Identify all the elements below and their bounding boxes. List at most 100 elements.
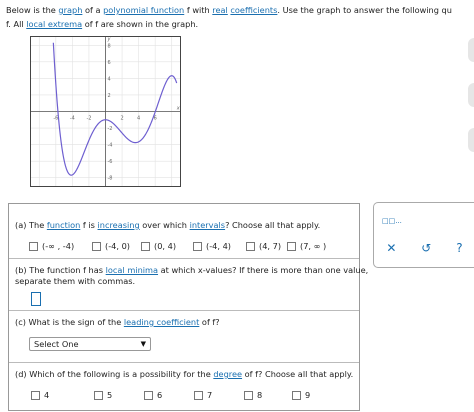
question-c: (c) What is the sign of the leading coef… <box>9 311 359 363</box>
link-graph[interactable]: graph <box>58 5 82 15</box>
option-label: (4, 7) <box>259 241 282 251</box>
link-real[interactable]: real <box>212 5 228 15</box>
option-a-5[interactable]: (4, 7) <box>246 241 281 251</box>
option-label: (-4, 4) <box>206 241 231 251</box>
checkbox[interactable] <box>292 390 301 400</box>
y-tick-label: -8 <box>108 176 113 182</box>
x-tick-label: -4 <box>70 116 75 122</box>
option-a-6[interactable]: (7, ∞ ) <box>287 241 326 251</box>
question-text-part: at which x-values? If there is more than… <box>158 265 369 275</box>
chevron-down-icon: ▼ <box>140 340 146 348</box>
option-label: (-∞ , -4) <box>42 241 75 251</box>
link-degree[interactable]: degree <box>213 369 242 379</box>
link-local-minima[interactable]: local minima <box>106 265 158 275</box>
question-text-part: of f? <box>199 317 220 327</box>
clear-icon[interactable]: ✕ <box>386 241 396 255</box>
side-control[interactable] <box>468 38 474 62</box>
checkbox[interactable] <box>287 241 296 251</box>
checkbox[interactable] <box>92 241 101 251</box>
question-b-text: (b) The function f has local minima at w… <box>15 265 368 287</box>
option-label: 7 <box>207 390 213 400</box>
y-tick-label: -2 <box>108 126 113 132</box>
graph-canvas: -6 -4 -2 2 4 68642-2-4-6-8xy <box>31 37 180 186</box>
link-coefficients[interactable]: coefficients <box>230 5 277 15</box>
option-d-2[interactable]: 5 <box>94 390 112 400</box>
option-label: 9 <box>305 390 311 400</box>
checkbox[interactable] <box>244 390 253 400</box>
intro-text: Below is the graph of a polynomial funct… <box>6 3 474 31</box>
option-label: (0, 4) <box>154 241 177 251</box>
checkbox[interactable] <box>29 241 38 251</box>
question-d: (d) Which of the following is a possibil… <box>9 363 359 410</box>
side-control[interactable] <box>468 83 474 107</box>
tool-buttons: ✕ ↺ ? <box>374 241 474 255</box>
option-a-2[interactable]: (-4, 0) <box>92 241 130 251</box>
checkbox[interactable] <box>31 390 40 400</box>
y-axis-label: y <box>107 37 112 42</box>
checkbox[interactable] <box>94 390 103 400</box>
intro-line-1: Below is the graph of a polynomial funct… <box>6 3 474 17</box>
x-tick-label: -2 <box>86 116 91 122</box>
checkbox[interactable] <box>144 390 153 400</box>
y-tick-label: 6 <box>108 60 111 66</box>
x-axis-label: x <box>176 106 180 112</box>
function-graph: -6 -4 -2 2 4 6 8 6 4 2 -2 -4 -6 -8 x y <box>30 36 181 187</box>
question-b-line-2: separate them with commas. <box>15 276 136 286</box>
intro-text-part: of a <box>82 5 104 15</box>
option-label: (7, ∞ ) <box>300 241 327 251</box>
link-increasing[interactable]: increasing <box>98 220 140 230</box>
x-tick-label: -6 <box>53 116 58 122</box>
link-local-extrema[interactable]: local extrema <box>26 19 82 29</box>
option-d-5[interactable]: 8 <box>244 390 262 400</box>
option-d-6[interactable]: 9 <box>292 390 310 400</box>
sign-select[interactable]: Select One ▼ <box>29 337 151 351</box>
intro-line-2: f. All local extrema of f are shown in t… <box>6 17 474 31</box>
side-control[interactable] <box>468 128 474 152</box>
option-label: 8 <box>257 390 263 400</box>
question-text-part: of f? Choose all that apply. <box>242 369 354 379</box>
question-text-part: (d) Which of the following is a possibil… <box>15 369 214 379</box>
question-d-text: (d) Which of the following is a possibil… <box>15 369 353 380</box>
intro-text-part: f with <box>184 5 213 15</box>
y-tick-label: -4 <box>108 143 113 149</box>
option-label: (-4, 0) <box>105 241 130 251</box>
checkbox[interactable] <box>194 390 203 400</box>
option-d-3[interactable]: 6 <box>144 390 162 400</box>
question-b: (b) The function f has local minima at w… <box>9 259 368 313</box>
option-d-4[interactable]: 7 <box>194 390 212 400</box>
option-a-3[interactable]: (0, 4) <box>141 241 176 251</box>
option-d-1[interactable]: 4 <box>31 390 49 400</box>
option-a-1[interactable]: (-∞ , -4) <box>29 241 74 251</box>
x-tick-label: 2 <box>120 116 123 122</box>
answer-tools-panel: □□... ✕ ↺ ? <box>373 202 474 268</box>
question-b-line-1: (b) The function f has local minima at w… <box>15 265 368 276</box>
option-a-4[interactable]: (-4, 4) <box>193 241 231 251</box>
option-label: 5 <box>107 390 113 400</box>
polynomial-curve <box>52 42 178 176</box>
link-intervals[interactable]: intervals <box>190 220 225 230</box>
link-polynomial-function[interactable]: polynomial function <box>103 5 184 15</box>
link-function[interactable]: function <box>47 220 80 230</box>
option-label: 6 <box>157 390 163 400</box>
link-leading-coefficient[interactable]: leading coefficient <box>124 317 199 327</box>
symbol-palette-icon[interactable]: □□... <box>382 217 402 225</box>
question-text-part: over which <box>139 220 190 230</box>
local-minima-input[interactable] <box>31 292 41 306</box>
question-a: (a) The function f is increasing over wh… <box>9 204 359 256</box>
help-icon[interactable]: ? <box>456 241 462 255</box>
y-tick-label: 2 <box>108 93 111 99</box>
intro-text-part: Below is the <box>6 5 59 15</box>
questions-panel: (a) The function f is increasing over wh… <box>8 203 368 411</box>
checkbox[interactable] <box>193 241 202 251</box>
undo-icon[interactable]: ↺ <box>421 241 431 255</box>
question-text-part: (b) The function f has <box>15 265 106 275</box>
question-a-text: (a) The function f is increasing over wh… <box>15 220 320 231</box>
select-value: Select One <box>34 339 79 349</box>
y-tick-label: -6 <box>108 159 113 165</box>
y-tick-label: 8 <box>108 43 111 49</box>
x-tick-label: 4 <box>137 116 140 122</box>
question-text-part: (c) What is the sign of the <box>15 317 124 327</box>
intro-text-part: of f are shown in the graph. <box>82 19 199 29</box>
checkbox[interactable] <box>246 241 255 251</box>
checkbox[interactable] <box>141 241 150 251</box>
